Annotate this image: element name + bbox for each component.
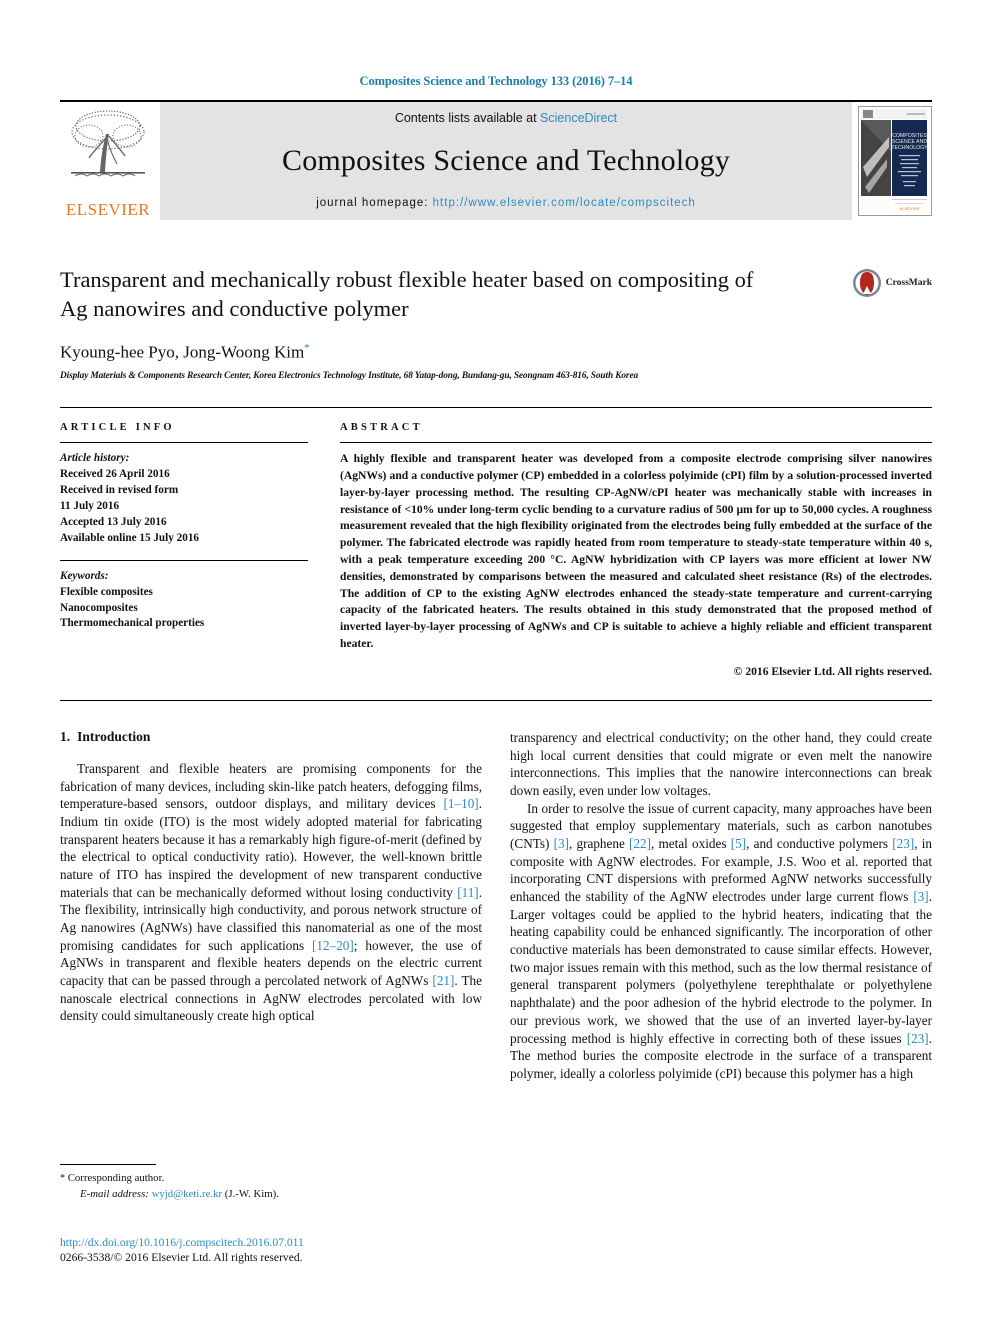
section-heading-introduction: 1. Introduction [60,729,482,745]
doi-link[interactable]: http://dx.doi.org/10.1016/j.compscitech.… [60,1236,490,1249]
footer-doi-block: http://dx.doi.org/10.1016/j.compscitech.… [60,1236,490,1264]
running-head: Composites Science and Technology 133 (2… [359,74,633,88]
journal-band: Contents lists available at ScienceDirec… [160,102,852,220]
keyword-item: Nanocomposites [60,601,138,614]
footnote-corresponding-line: * Corresponding author. [60,1171,480,1187]
homepage-url-link[interactable]: http://www.elsevier.com/locate/compscite… [433,197,696,209]
article-info-column: ARTICLE INFO Article history: Received 2… [60,422,340,678]
footnote-star: * [60,1173,65,1184]
history-line: Accepted 13 July 2016 [60,515,167,528]
contents-prefix: Contents lists available at [394,111,541,125]
section-title: Introduction [77,728,151,744]
affiliation: Display Materials & Components Research … [60,371,639,382]
corresponding-author-footnote: * Corresponding author. E-mail address: … [60,1164,480,1202]
email-label: E-mail address: [80,1187,149,1200]
sciencedirect-link[interactable]: ScienceDirect [540,111,617,125]
article-info-heading: ARTICLE INFO [60,422,175,434]
abstract-column: ABSTRACT A highly flexible and transpare… [340,422,932,678]
svg-text:TECHNOLOGY: TECHNOLOGY [891,145,928,151]
elsevier-logo: ELSEVIER [60,102,156,220]
keyword-item: Thermomechanical properties [60,617,205,630]
keywords-label: Keywords: [60,569,109,582]
author-list: Kyoung-hee Pyo, Jong-Woong Kim* [60,342,932,363]
homepage-label: journal homepage: [316,197,433,209]
abstract-heading: ABSTRACT [340,422,423,434]
issn-copyright-line: 0266-3538/© 2016 Elsevier Ltd. All right… [60,1251,303,1264]
journal-homepage-line: journal homepage: http://www.elsevier.co… [316,197,696,209]
paragraph: In order to resolve the issue of current… [510,800,932,1081]
elsevier-wordmark: ELSEVIER [65,200,151,219]
footnote-rule [60,1164,156,1165]
footnote-email-line: E-mail address: wyjd@keti.re.kr (J.-W. K… [60,1187,480,1203]
history-line: Received 26 April 2016 [60,468,170,481]
paragraph: transparency and electrical conductivity… [510,729,932,798]
paper-page: Composites Science and Technology 133 (2… [0,0,992,1323]
cover-art: COMPOSITES SCIENCE AND TECHNOLOGY ELSEVI… [859,107,929,213]
footnote-corresponding-text: Corresponding author. [67,1172,165,1184]
journal-masthead: ELSEVIER Contents lists available at Sci… [60,100,932,220]
history-line: 11 July 2016 [60,499,120,512]
journal-title: Composites Science and Technology [281,144,731,177]
history-line: Available online 15 July 2016 [60,531,200,544]
body-column-left: 1. Introduction Transparent and flexible … [60,729,482,1083]
page-title: Transparent and mechanically robust flex… [60,267,754,321]
article-title-block: CrossMark Transparent and mechanically r… [60,266,932,381]
paragraph: Transparent and flexible heaters are pro… [60,760,482,1024]
journal-cover-thumbnail: COMPOSITES SCIENCE AND TECHNOLOGY ELSEVI… [858,106,932,216]
authors-names: Kyoung-hee Pyo, Jong-Woong Kim [60,342,305,362]
crossmark-icon [852,269,881,297]
keyword-item: Flexible composites [60,585,153,598]
corresponding-author-marker: * [304,341,310,354]
article-info-rule [60,442,308,444]
info-bottom-rule [60,699,932,701]
body-columns: 1. Introduction Transparent and flexible … [60,729,932,1083]
section-number: 1. [60,728,71,744]
info-top-rule [60,407,932,409]
elsevier-tree-icon [71,110,145,177]
article-history-label: Article history: [60,452,130,465]
svg-text:ELSEVIER: ELSEVIER [900,206,920,211]
info-abstract-row: ARTICLE INFO Article history: Received 2… [60,422,932,678]
article-history-group: Article history: Received 26 April 2016 … [60,451,308,546]
history-line: Received in revised form [60,484,179,497]
abstract-rule [340,442,932,444]
body-column-right: transparency and electrical conductivity… [510,729,932,1083]
keywords-group: Keywords: Flexible composites Nanocompos… [60,569,308,633]
crossmark-label: CrossMark [885,278,932,288]
keywords-rule [60,559,308,561]
abstract-copyright: © 2016 Elsevier Ltd. All rights reserved… [733,664,932,678]
abstract-text: A highly flexible and transparent heater… [340,452,932,651]
email-owner: (J.-W. Kim). [224,1187,279,1200]
contents-available-line: Contents lists available at ScienceDirec… [395,111,617,125]
email-link[interactable]: wyjd@keti.re.kr [152,1188,223,1200]
crossmark-badge[interactable]: CrossMark [852,268,932,298]
